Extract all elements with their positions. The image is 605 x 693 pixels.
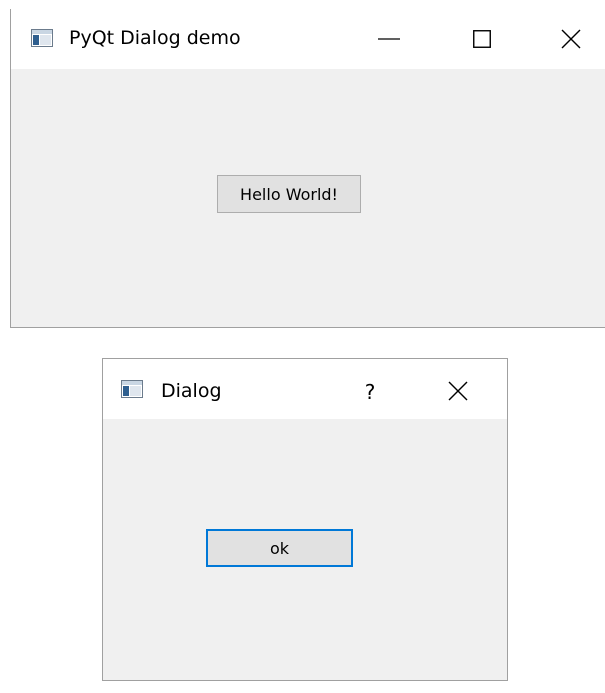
dialog-titlebar[interactable]: Dialog ? — [103, 359, 507, 419]
main-window-title: PyQt Dialog demo — [69, 27, 241, 49]
close-icon — [561, 29, 581, 49]
ok-button[interactable]: ok — [206, 529, 353, 567]
dialog-window: Dialog ? ok — [102, 358, 508, 681]
hello-world-button[interactable]: Hello World! — [217, 175, 361, 213]
maximize-icon — [473, 30, 491, 48]
main-window: PyQt Dialog demo Hello World! — [10, 9, 605, 328]
dialog-close-button[interactable] — [441, 374, 475, 408]
close-icon — [448, 381, 468, 401]
help-button[interactable]: ? — [355, 375, 385, 409]
main-titlebar[interactable]: PyQt Dialog demo — [11, 9, 605, 69]
dialog-title: Dialog — [161, 380, 222, 402]
app-window-icon — [31, 29, 53, 47]
maximize-button[interactable] — [464, 21, 500, 57]
close-button[interactable] — [553, 21, 589, 57]
minimize-button[interactable] — [371, 21, 407, 57]
minimize-icon — [378, 38, 400, 40]
app-window-icon — [121, 380, 143, 398]
